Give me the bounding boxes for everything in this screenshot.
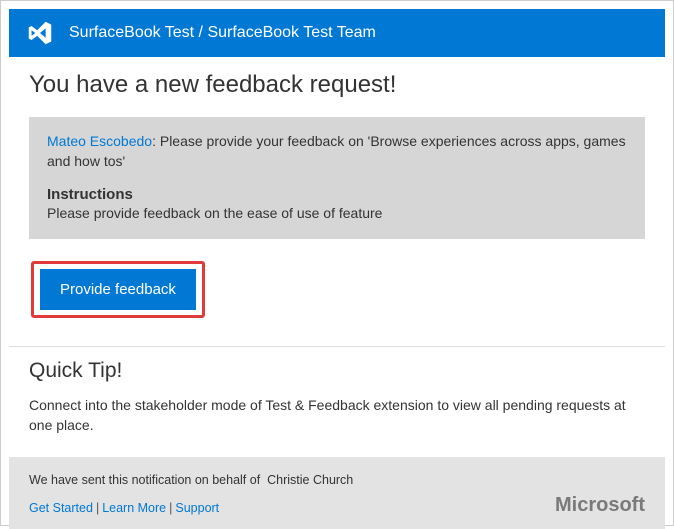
footer-sent-name: Christie Church [267, 473, 353, 487]
cta-highlight-box: Provide feedback [31, 261, 205, 318]
footer: We have sent this notification on behalf… [9, 457, 665, 529]
instructions-heading: Instructions [47, 186, 627, 203]
visual-studio-icon [25, 18, 55, 48]
tip-title: Quick Tip! [29, 359, 645, 383]
support-link[interactable]: Support [175, 501, 219, 515]
link-separator: | [93, 501, 102, 515]
main-content: You have a new feedback request! Mateo E… [1, 57, 673, 324]
link-separator: | [166, 501, 175, 515]
learn-more-link[interactable]: Learn More [102, 501, 166, 515]
quick-tip-section: Quick Tip! Connect into the stakeholder … [1, 347, 673, 454]
footer-sent-prefix: We have sent this notification on behalf… [29, 473, 264, 487]
page-title: You have a new feedback request! [29, 71, 645, 99]
microsoft-logo: Microsoft [555, 494, 645, 517]
header-bar: SurfaceBook Test / SurfaceBook Test Team [9, 9, 665, 57]
footer-sent-text: We have sent this notification on behalf… [29, 473, 645, 487]
provide-feedback-button[interactable]: Provide feedback [40, 269, 196, 310]
request-message: Mateo Escobedo: Please provide your feed… [47, 131, 627, 172]
feedback-request-box: Mateo Escobedo: Please provide your feed… [29, 117, 645, 239]
tip-text: Connect into the stakeholder mode of Tes… [29, 395, 645, 436]
header-title: SurfaceBook Test / SurfaceBook Test Team [69, 24, 376, 42]
instructions-text: Please provide feedback on the ease of u… [47, 205, 627, 221]
footer-links: Get Started|Learn More|Support [29, 501, 645, 515]
get-started-link[interactable]: Get Started [29, 501, 93, 515]
requester-name-link[interactable]: Mateo Escobedo [47, 133, 152, 149]
